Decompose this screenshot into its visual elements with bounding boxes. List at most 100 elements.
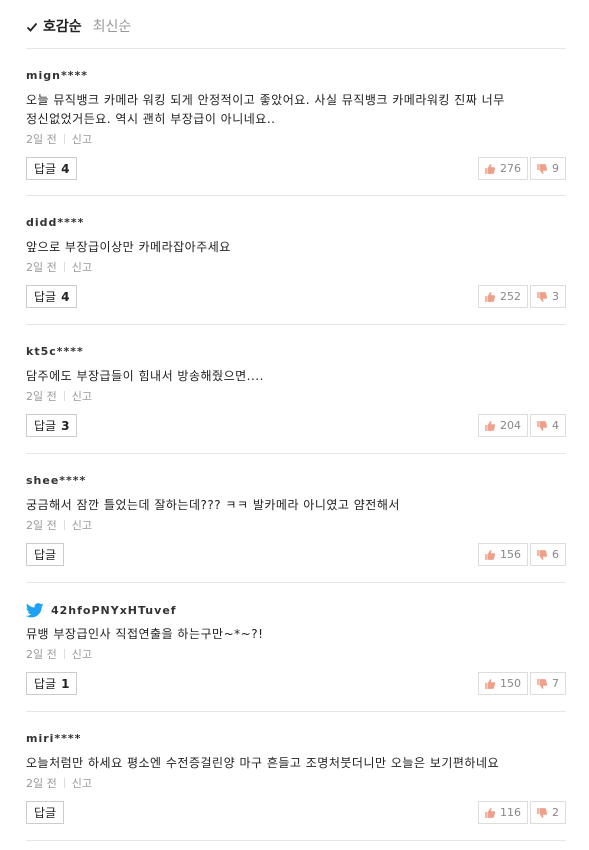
reply-button[interactable]: 답글 4 <box>26 285 78 308</box>
author-name: shee**** <box>26 474 87 487</box>
thumbs-down-icon <box>537 549 548 560</box>
report-link[interactable]: 신고 <box>72 131 92 147</box>
thumbs-down-icon <box>537 291 548 302</box>
reply-label: 답글 <box>34 548 57 562</box>
like-count: 156 <box>500 548 521 561</box>
reply-label: 답글 <box>34 806 57 820</box>
thumbs-up-icon <box>485 807 496 818</box>
report-link[interactable]: 신고 <box>72 775 92 791</box>
sort-by-likes-tab[interactable]: 호감순 <box>26 16 82 38</box>
meta-divider <box>63 520 65 530</box>
author-name: miri**** <box>26 732 82 745</box>
comment-text: 앞으로 부장급이상만 카메라잡아주세요 <box>26 238 566 257</box>
report-link[interactable]: 신고 <box>72 388 92 404</box>
reply-button[interactable]: 답글 <box>26 543 65 566</box>
dislike-button[interactable]: 6 <box>530 543 566 566</box>
dislike-count: 9 <box>552 162 559 175</box>
author-name: kt5c**** <box>26 345 84 358</box>
twitter-icon <box>26 603 44 618</box>
like-button[interactable]: 252 <box>478 285 528 308</box>
comment-meta: 2일 전 신고 <box>26 775 92 791</box>
dislike-button[interactable]: 7 <box>530 672 566 695</box>
comment-item: miri**** 오늘처럼만 하세요 평소엔 수전증걸린양 마구 흔들고 조명처… <box>26 712 566 841</box>
thumbs-up-icon <box>485 163 496 174</box>
comment-text-line: 오늘처럼만 하세요 평소엔 수전증걸린양 마구 흔들고 조명처붓더니만 오늘은 … <box>26 756 500 770</box>
comment-item: kt5c**** 담주에도 부장급들이 힘내서 방송해줬으면.... 2일 전 … <box>26 325 566 454</box>
comment-item: didd**** 앞으로 부장급이상만 카메라잡아주세요 2일 전 신고 답글 … <box>26 196 566 325</box>
comment-author[interactable]: mign**** <box>26 69 88 82</box>
comment-author[interactable]: shee**** <box>26 474 86 487</box>
thumbs-up-icon <box>485 678 496 689</box>
reply-count: 3 <box>61 418 70 433</box>
comment-time: 2일 전 <box>26 519 57 532</box>
comment-text: 뮤뱅 부장급인사 직접연출을 하는구만~*~?! <box>26 625 566 644</box>
report-link[interactable]: 신고 <box>72 259 92 275</box>
comment-author[interactable]: 42hfoPNYxHTuvef <box>26 603 177 618</box>
comment-meta: 2일 전 신고 <box>26 388 92 404</box>
dislike-count: 6 <box>552 548 559 561</box>
comment-meta: 2일 전 신고 <box>26 259 92 275</box>
comment-text-line: 궁금해서 잠깐 틀었는데 잘하는데??? ㅋㅋ 발카메라 아니였고 얌전해서 <box>26 498 400 512</box>
like-count: 204 <box>500 419 521 432</box>
comment-time: 2일 전 <box>26 390 57 403</box>
meta-divider <box>63 134 65 144</box>
comment-text-line: 오늘 뮤직뱅크 카메라 워킹 되게 안정적이고 좋았어요. 사실 뮤직뱅크 카메… <box>26 93 505 107</box>
thumbs-down-icon <box>537 678 548 689</box>
like-count: 116 <box>500 806 521 819</box>
meta-divider <box>63 778 65 788</box>
like-button[interactable]: 276 <box>478 157 528 180</box>
comment-author[interactable]: kt5c**** <box>26 345 84 358</box>
reply-label: 답글 <box>34 419 57 433</box>
report-link[interactable]: 신고 <box>72 646 92 662</box>
like-button[interactable]: 150 <box>478 672 528 695</box>
dislike-button[interactable]: 3 <box>530 285 566 308</box>
reply-count: 4 <box>61 161 70 176</box>
comment-text: 오늘처럼만 하세요 평소엔 수전증걸린양 마구 흔들고 조명처붓더니만 오늘은 … <box>26 754 566 773</box>
meta-divider <box>63 391 65 401</box>
like-count: 150 <box>500 677 521 690</box>
vote-buttons: 276 9 <box>478 157 566 180</box>
meta-divider <box>63 262 65 272</box>
comment-time: 2일 전 <box>26 777 57 790</box>
reply-label: 답글 <box>34 162 57 176</box>
reply-button[interactable]: 답글 3 <box>26 414 78 437</box>
reply-button[interactable]: 답글 <box>26 801 65 824</box>
comment-meta: 2일 전 신고 <box>26 131 92 147</box>
comment-list: mign**** 오늘 뮤직뱅크 카메라 워킹 되게 안정적이고 좋았어요. 사… <box>26 49 566 841</box>
comment-text: 오늘 뮤직뱅크 카메라 워킹 되게 안정적이고 좋았어요. 사실 뮤직뱅크 카메… <box>26 91 566 129</box>
like-button[interactable]: 116 <box>478 801 528 824</box>
comment-text-line: 앞으로 부장급이상만 카메라잡아주세요 <box>26 240 231 254</box>
meta-divider <box>63 649 65 659</box>
reply-label: 답글 <box>34 290 57 304</box>
vote-buttons: 150 7 <box>478 672 566 695</box>
comment-text-line: 정신없었거든요. 역시 괜히 부장급이 아니네요.. <box>26 112 276 126</box>
comment-author[interactable]: didd**** <box>26 216 84 229</box>
comment-author[interactable]: miri**** <box>26 732 81 745</box>
check-icon <box>26 22 38 32</box>
comment-text-line: 담주에도 부장급들이 힘내서 방송해줬으면.... <box>26 369 264 383</box>
thumbs-up-icon <box>485 420 496 431</box>
like-button[interactable]: 204 <box>478 414 528 437</box>
like-button[interactable]: 156 <box>478 543 528 566</box>
thumbs-down-icon <box>537 163 548 174</box>
sort-by-latest-tab[interactable]: 최신순 <box>93 16 132 38</box>
vote-buttons: 156 6 <box>478 543 566 566</box>
sort-by-latest-label: 최신순 <box>92 19 132 35</box>
vote-buttons: 252 3 <box>478 285 566 308</box>
dislike-count: 2 <box>552 806 559 819</box>
reply-button[interactable]: 답글 4 <box>26 157 78 180</box>
like-count: 252 <box>500 290 521 303</box>
dislike-button[interactable]: 2 <box>530 801 566 824</box>
report-link[interactable]: 신고 <box>72 517 92 533</box>
comment-item: 42hfoPNYxHTuvef 뮤뱅 부장급인사 직접연출을 하는구만~*~?!… <box>26 583 566 712</box>
vote-buttons: 116 2 <box>478 801 566 824</box>
dislike-count: 3 <box>552 290 559 303</box>
thumbs-down-icon <box>537 420 548 431</box>
reply-button[interactable]: 답글 1 <box>26 672 78 695</box>
dislike-button[interactable]: 4 <box>530 414 566 437</box>
comment-item: mign**** 오늘 뮤직뱅크 카메라 워킹 되게 안정적이고 좋았어요. 사… <box>26 49 566 196</box>
sort-by-likes-label: 호감순 <box>43 19 82 35</box>
comment-time: 2일 전 <box>26 648 57 661</box>
dislike-button[interactable]: 9 <box>530 157 566 180</box>
dislike-count: 7 <box>552 677 559 690</box>
